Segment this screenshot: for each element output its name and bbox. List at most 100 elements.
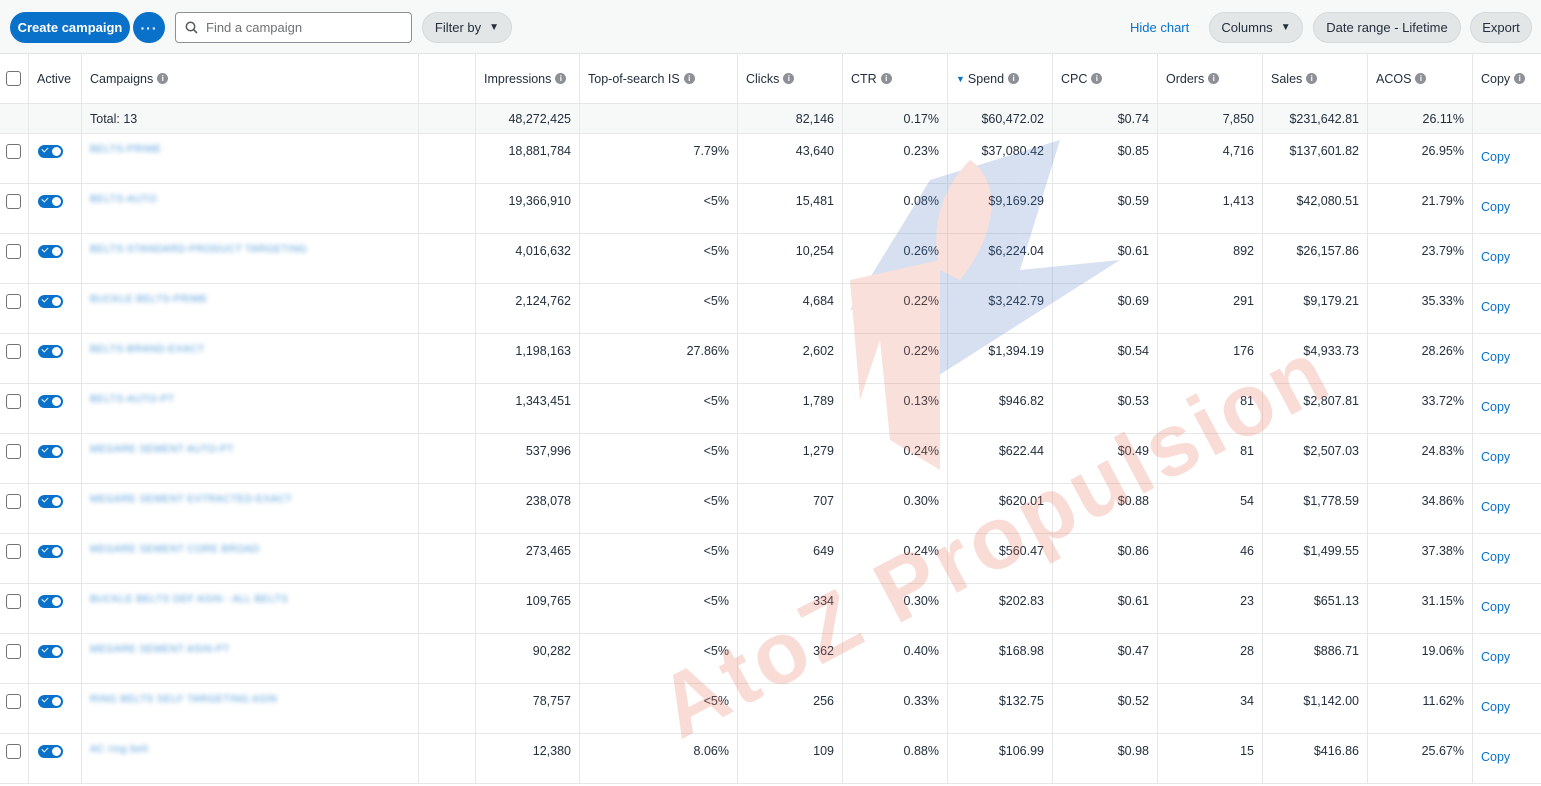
info-icon[interactable]: i (1514, 73, 1526, 84)
campaign-name-link[interactable]: BELTS-AUTO (90, 194, 157, 205)
campaign-name-link[interactable]: RING BELTS SELF TARGETING ASIN (90, 694, 277, 705)
active-toggle[interactable] (38, 445, 63, 458)
active-toggle[interactable] (38, 595, 63, 608)
active-toggle[interactable] (38, 145, 63, 158)
header-sales[interactable]: Sales i (1263, 54, 1368, 103)
header-ctr[interactable]: CTR i (843, 54, 948, 103)
header-top-of-search[interactable]: Top-of-search IS i (580, 54, 738, 103)
active-toggle[interactable] (38, 645, 63, 658)
row-checkbox[interactable] (6, 494, 21, 509)
filter-by-button[interactable]: Filter by ▼ (422, 12, 512, 43)
header-spend[interactable]: ▼ Spend i (948, 54, 1053, 103)
totals-orders: 7,850 (1158, 104, 1263, 133)
row-checkbox[interactable] (6, 344, 21, 359)
copy-cell: Copy (1473, 534, 1541, 583)
copy-link[interactable]: Copy (1481, 250, 1510, 264)
campaign-name-link[interactable]: MEGARE SEMENT AUTO-PT (90, 444, 234, 455)
copy-link[interactable]: Copy (1481, 350, 1510, 364)
campaign-name-link[interactable]: MEGARE SEMENT EXTRACTED-EXACT (90, 494, 292, 505)
cell-clicks: 15,481 (738, 184, 843, 233)
row-checkbox[interactable] (6, 444, 21, 459)
more-options-button[interactable]: ··· (133, 12, 165, 43)
campaign-name-link[interactable]: MEGARE SEMENT ASIN-PT (90, 644, 230, 655)
active-toggle[interactable] (38, 745, 63, 758)
campaign-name-link[interactable]: BUCKLE BELTS DEF ASIN - ALL BELTS (90, 594, 288, 605)
campaign-name-link[interactable]: MEGARE SEMENT CORE BROAD (90, 544, 260, 555)
campaign-name-link[interactable]: BELTS-STANDARD-PRODUCT TARGETING (90, 244, 307, 255)
search-input[interactable] (206, 20, 401, 35)
cell-spend: $202.83 (948, 584, 1053, 633)
header-campaigns[interactable]: Campaigns i (82, 54, 419, 103)
search-box[interactable] (175, 12, 412, 43)
cell-tos: <5% (580, 434, 738, 483)
info-icon[interactable]: i (783, 73, 795, 84)
active-toggle[interactable] (38, 395, 63, 408)
info-icon[interactable]: i (1208, 73, 1220, 84)
info-icon[interactable]: i (683, 73, 695, 84)
info-icon[interactable]: i (1091, 73, 1103, 84)
row-checkbox[interactable] (6, 544, 21, 559)
row-checkbox[interactable] (6, 394, 21, 409)
copy-link[interactable]: Copy (1481, 300, 1510, 314)
copy-link[interactable]: Copy (1481, 150, 1510, 164)
copy-link[interactable]: Copy (1481, 200, 1510, 214)
active-toggle[interactable] (38, 495, 63, 508)
totals-label-text: Total: 13 (90, 111, 138, 126)
cell-impressions: 12,380 (476, 734, 580, 783)
hide-chart-link[interactable]: Hide chart (1130, 20, 1189, 35)
row-checkbox[interactable] (6, 594, 21, 609)
active-toggle[interactable] (38, 695, 63, 708)
row-checkbox[interactable] (6, 644, 21, 659)
copy-link[interactable]: Copy (1481, 750, 1510, 764)
campaign-name-link[interactable]: BELTS-AUTO-PT (90, 394, 174, 405)
header-active[interactable]: Active (29, 54, 82, 103)
create-campaign-button[interactable]: Create campaign (10, 12, 130, 43)
cell-sales: $2,807.81 (1263, 384, 1368, 433)
columns-button[interactable]: Columns ▼ (1209, 12, 1303, 43)
campaign-name-link[interactable]: BUCKLE BELTS-PRIME (90, 294, 208, 305)
info-icon[interactable]: i (1306, 73, 1318, 84)
copy-link[interactable]: Copy (1481, 550, 1510, 564)
active-toggle[interactable] (38, 195, 63, 208)
info-icon[interactable]: i (555, 73, 567, 84)
copy-link[interactable]: Copy (1481, 650, 1510, 664)
header-cpc[interactable]: CPC i (1053, 54, 1158, 103)
date-range-button[interactable]: Date range - Lifetime (1313, 12, 1461, 43)
row-checkbox[interactable] (6, 194, 21, 209)
header-acos-label: ACOS (1376, 71, 1412, 86)
row-checkbox[interactable] (6, 144, 21, 159)
row-checkbox[interactable] (6, 744, 21, 759)
row-checkbox[interactable] (6, 244, 21, 259)
select-all-checkbox[interactable] (6, 71, 21, 86)
campaign-name-link[interactable]: AC ring belt (90, 744, 148, 755)
header-impressions[interactable]: Impressions i (476, 54, 580, 103)
campaign-name-link[interactable]: BELTS-BRAND-EXACT (90, 344, 204, 355)
active-toggle[interactable] (38, 545, 63, 558)
copy-link[interactable]: Copy (1481, 500, 1510, 514)
row-spacer (419, 134, 476, 183)
active-toggle[interactable] (38, 295, 63, 308)
totals-cpc: $0.74 (1053, 104, 1158, 133)
copy-link[interactable]: Copy (1481, 600, 1510, 614)
header-copy[interactable]: Copy i (1473, 54, 1541, 103)
row-checkbox[interactable] (6, 294, 21, 309)
header-select-cell (0, 54, 29, 103)
info-icon[interactable]: i (880, 73, 892, 84)
active-toggle[interactable] (38, 345, 63, 358)
cell-orders: 291 (1158, 284, 1263, 333)
export-button[interactable]: Export (1470, 12, 1532, 43)
active-toggle[interactable] (38, 245, 63, 258)
campaign-name-link[interactable]: BELTS-PRIME (90, 144, 161, 155)
header-clicks[interactable]: Clicks i (738, 54, 843, 103)
cell-spend: $132.75 (948, 684, 1053, 733)
info-icon[interactable]: i (1008, 73, 1020, 84)
copy-link[interactable]: Copy (1481, 450, 1510, 464)
header-acos[interactable]: ACOS i (1368, 54, 1473, 103)
header-orders[interactable]: Orders i (1158, 54, 1263, 103)
info-icon[interactable]: i (157, 73, 169, 84)
row-spacer (419, 734, 476, 783)
copy-link[interactable]: Copy (1481, 700, 1510, 714)
row-checkbox[interactable] (6, 694, 21, 709)
copy-link[interactable]: Copy (1481, 400, 1510, 414)
info-icon[interactable]: i (1415, 73, 1427, 84)
